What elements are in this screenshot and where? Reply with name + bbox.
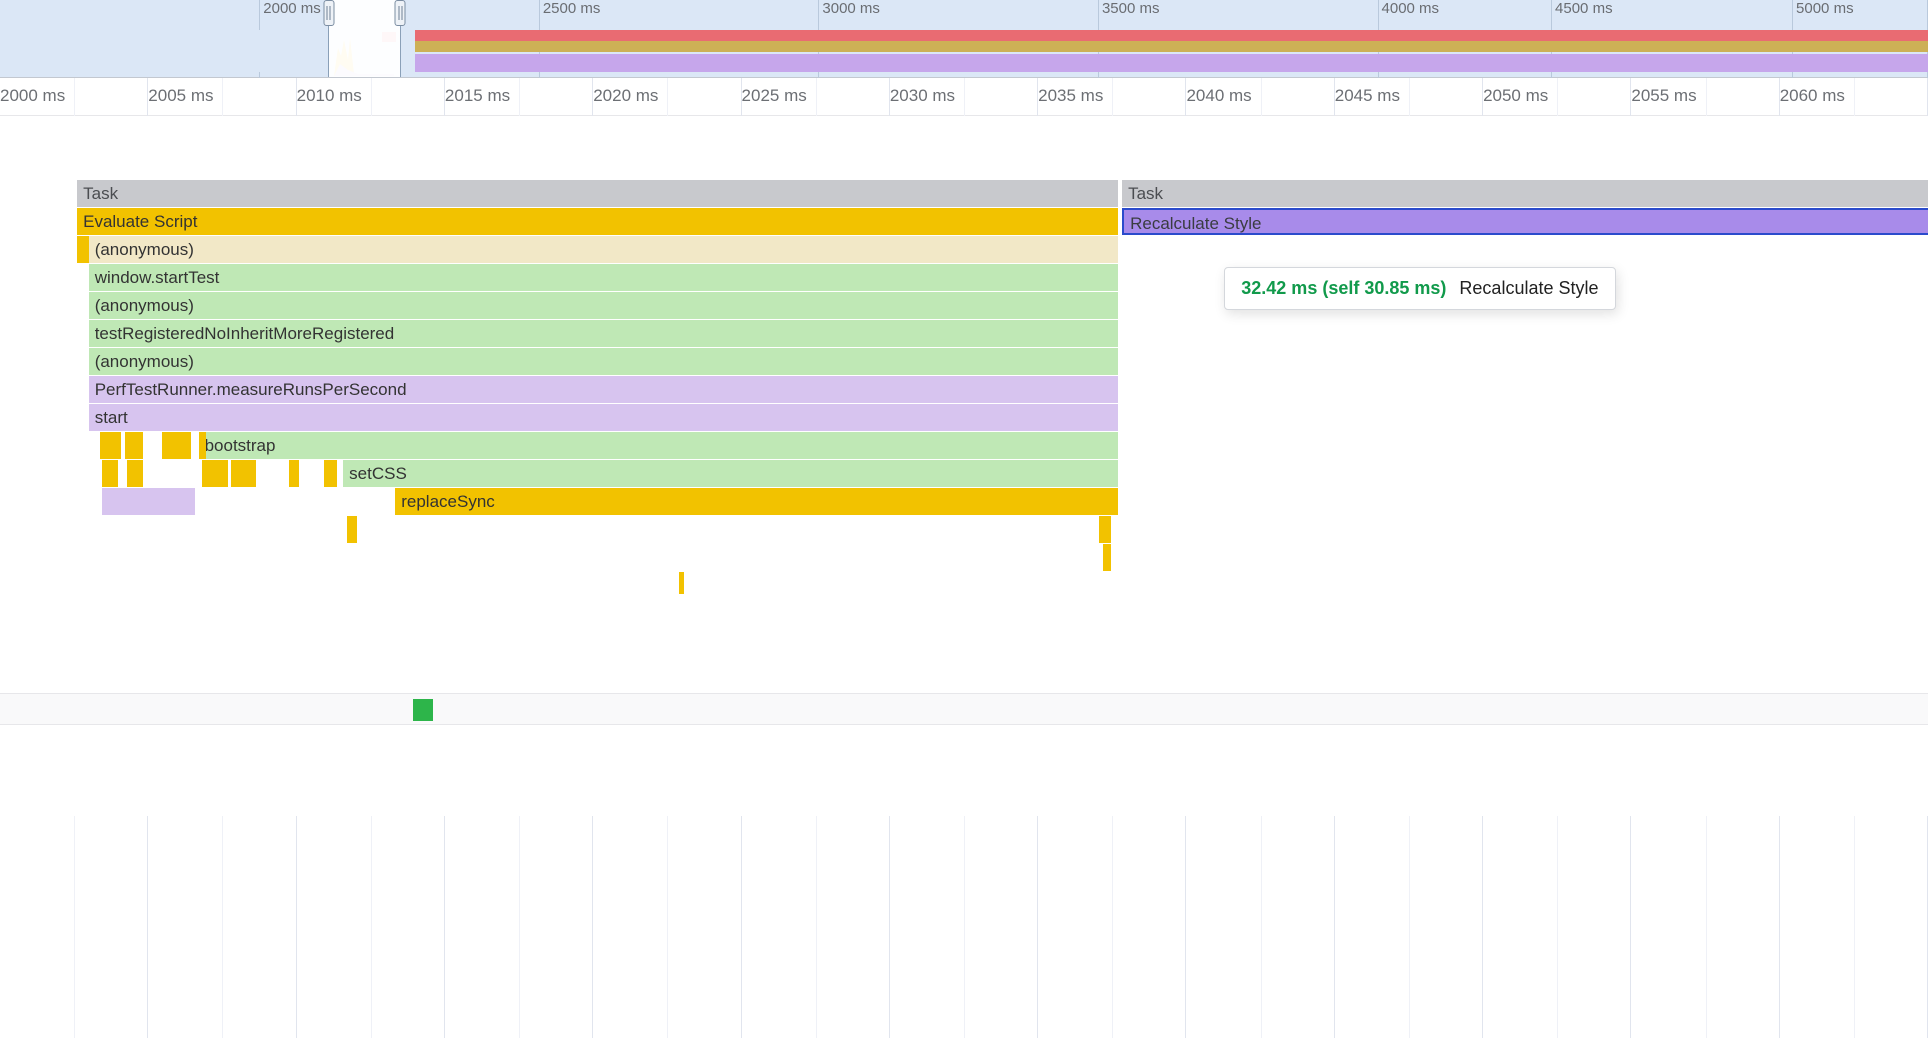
task-bar[interactable]: Task <box>1122 180 1928 207</box>
ruler-tick: 2060 ms <box>1780 86 1845 106</box>
time-ruler[interactable]: 2000 ms 2005 ms 2010 ms 2015 ms 2020 ms 2025 … <box>0 78 1928 116</box>
sync-sliver <box>1099 516 1111 543</box>
render-chip <box>102 488 195 515</box>
stack-bar[interactable]: PerfTestRunner.measureRunsPerSecond <box>89 376 1119 403</box>
overview-tick: 3500 ms <box>1099 0 1160 17</box>
flamechart[interactable]: 32.42 ms (self 30.85 ms) Recalculate Sty… <box>0 116 1928 816</box>
ruler-tick: 2040 ms <box>1186 86 1251 106</box>
script-chip <box>202 460 227 487</box>
tooltip-timing: 32.42 ms (self 30.85 ms) <box>1241 278 1446 298</box>
script-chip <box>102 460 117 487</box>
script-chip <box>289 460 299 487</box>
hover-tooltip: 32.42 ms (self 30.85 ms) Recalculate Sty… <box>1224 267 1615 310</box>
ruler-tick: 2025 ms <box>742 86 807 106</box>
overview-selection[interactable] <box>328 0 401 77</box>
tooltip-name: Recalculate Style <box>1459 278 1598 298</box>
stack-bar[interactable]: start <box>89 404 1119 431</box>
script-chip <box>199 432 207 459</box>
ruler-tick: 2005 ms <box>148 86 213 106</box>
timing-marker[interactable] <box>413 699 433 721</box>
stack-bar[interactable]: testRegisteredNoInheritMoreRegistered <box>89 320 1119 347</box>
script-chip <box>162 432 191 459</box>
ruler-tick: 2000 ms <box>0 86 65 106</box>
script-chip <box>231 460 256 487</box>
ruler-tick: 2030 ms <box>890 86 955 106</box>
script-chip <box>125 432 142 459</box>
script-chip <box>324 460 337 487</box>
overview-tick: 5000 ms <box>1793 0 1854 17</box>
ruler-tick: 2050 ms <box>1483 86 1548 106</box>
ruler-tick: 2020 ms <box>593 86 658 106</box>
replacesync-bar[interactable]: replaceSync <box>395 488 1118 515</box>
ruler-tick: 2010 ms <box>297 86 362 106</box>
script-sliver <box>77 236 89 263</box>
sync-sliver <box>1103 544 1111 571</box>
overview-tick: 3000 ms <box>819 0 880 17</box>
overview-handle-left[interactable] <box>323 0 334 26</box>
anonymous-bar[interactable]: (anonymous) <box>89 236 1119 263</box>
overview-timeline[interactable]: 0 ms2000 ms2500 ms3000 ms3500 ms4000 ms4… <box>0 0 1928 78</box>
overview-tick: 2000 ms <box>260 0 321 17</box>
ruler-tick: 2055 ms <box>1631 86 1696 106</box>
sync-sliver <box>347 516 357 543</box>
setcss-bar[interactable]: setCSS <box>343 460 1118 487</box>
recalculate-style-bar[interactable]: Recalculate Style <box>1122 208 1928 235</box>
script-chip <box>127 460 142 487</box>
overview-handle-right[interactable] <box>395 0 406 26</box>
stack-bar[interactable]: (anonymous) <box>89 348 1119 375</box>
ruler-tick: 2035 ms <box>1038 86 1103 106</box>
script-chip <box>100 432 121 459</box>
marker-strip <box>0 693 1928 725</box>
ruler-tick: 2015 ms <box>445 86 510 106</box>
sync-sliver <box>679 572 685 594</box>
ruler-tick: 2045 ms <box>1335 86 1400 106</box>
overview-tick: 2500 ms <box>540 0 601 17</box>
overview-tick: 4000 ms <box>1379 0 1440 17</box>
stack-bar[interactable]: window.startTest <box>89 264 1119 291</box>
evaluate-script-bar[interactable]: Evaluate Script <box>77 208 1118 235</box>
stack-bar[interactable]: (anonymous) <box>89 292 1119 319</box>
task-bar[interactable]: Task <box>77 180 1118 207</box>
bootstrap-bar[interactable]: bootstrap <box>199 432 1119 459</box>
overview-tick: 4500 ms <box>1552 0 1613 17</box>
